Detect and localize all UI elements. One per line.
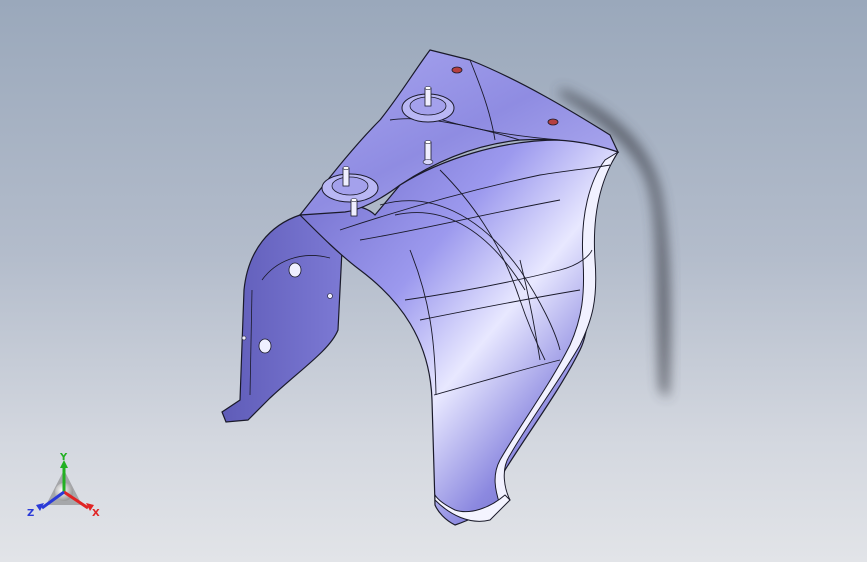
model-canvas[interactable]: Y X Z bbox=[0, 0, 867, 562]
triad-y-label: Y bbox=[59, 452, 68, 463]
3d-viewport[interactable]: Y X Z bbox=[0, 0, 867, 562]
triad-x-label: X bbox=[92, 508, 100, 519]
side-hole-4 bbox=[241, 335, 247, 341]
side-hole-1 bbox=[288, 262, 302, 278]
coordinate-triad-icon[interactable]: Y X Z bbox=[27, 452, 100, 519]
hole-red-2 bbox=[547, 118, 559, 126]
hole-red-1 bbox=[451, 66, 463, 74]
triad-z-label: Z bbox=[27, 508, 34, 519]
side-hole-3 bbox=[327, 293, 333, 299]
left-side-wall[interactable] bbox=[221, 214, 343, 423]
side-hole-2 bbox=[258, 338, 272, 354]
